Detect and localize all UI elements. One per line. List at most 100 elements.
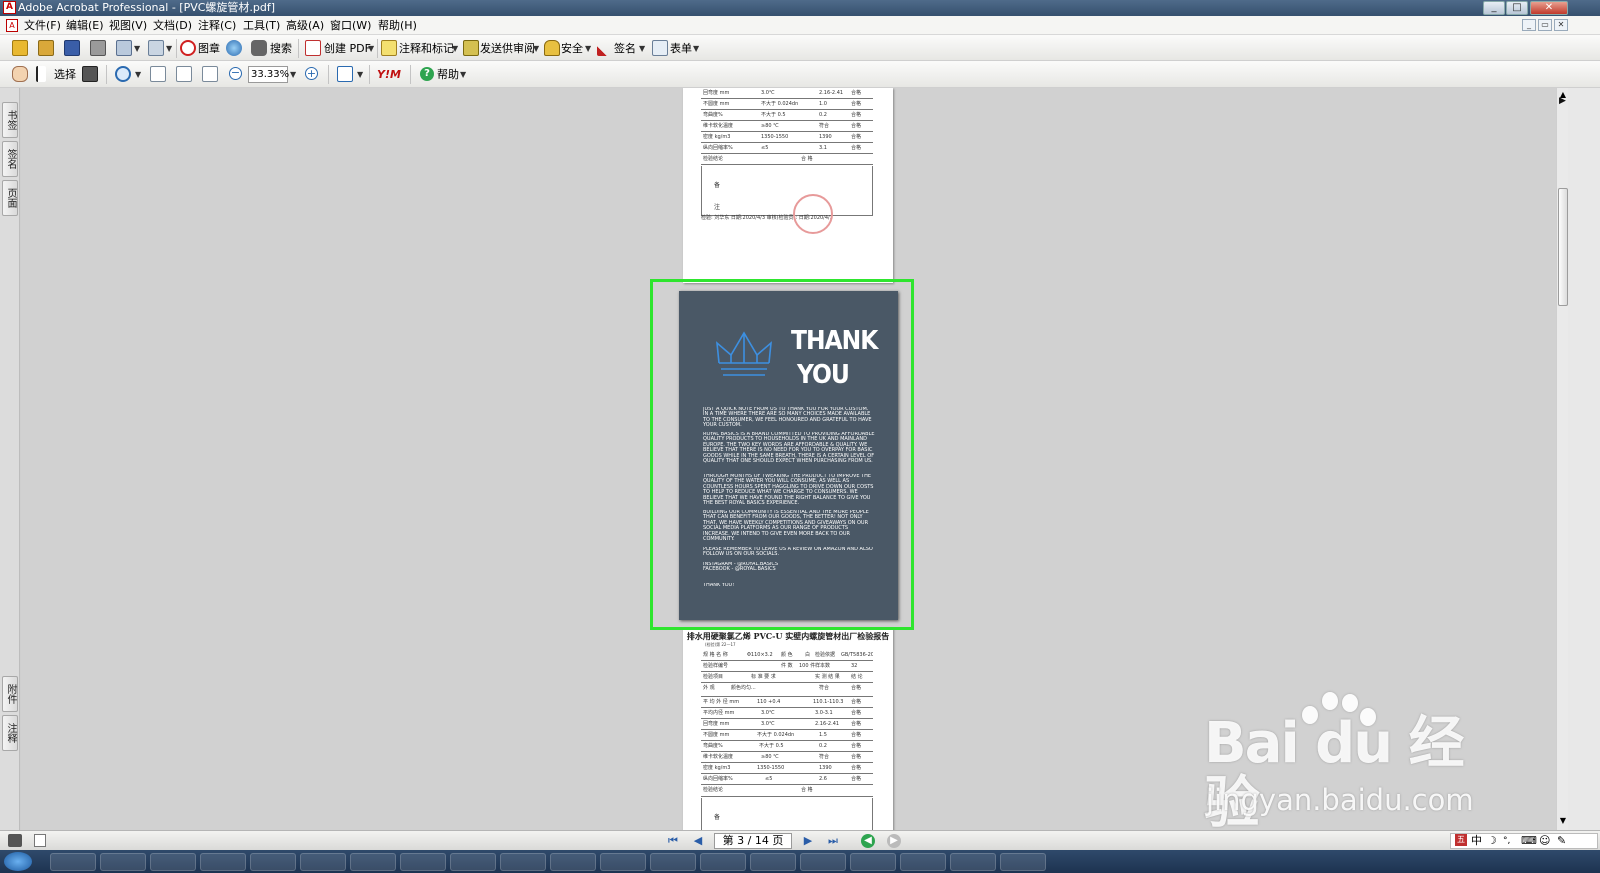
forward-view-icon[interactable]: ▶ [887,834,901,848]
select-tool-icon[interactable] [36,66,46,82]
ime-toolbar[interactable]: 五 中 ☽ °, ⌨ ☺ ✎ [1450,833,1598,849]
taskbar-app[interactable] [800,853,846,871]
taskbar-app[interactable] [950,853,996,871]
taskbar-app[interactable] [450,853,496,871]
actual-size-icon[interactable] [150,66,166,82]
doc-restore-button[interactable]: ▭ [1538,19,1552,31]
help-icon[interactable]: ? [420,67,434,81]
yahoo-messenger-button[interactable]: Y!M [377,66,401,83]
ime-moon-icon[interactable]: ☽ [1487,834,1497,848]
taskbar-app[interactable] [250,853,296,871]
security-button[interactable]: 安全 [561,40,583,57]
page-number-field[interactable]: 第 3 / 14 页 [714,833,792,849]
pdf-page-3-thank-you[interactable]: THANK YOU JUST A QUICK NOTE FROM US TO T… [679,291,898,620]
maximize-button[interactable]: □ [1506,1,1528,15]
menu-file[interactable]: 文件(F) [22,18,63,33]
send-review-icon[interactable] [463,40,479,56]
document-menu-icon[interactable]: A [6,19,18,32]
back-view-icon[interactable]: ◀ [861,834,875,848]
organizer-icon[interactable] [38,40,54,56]
select-tool-button[interactable]: 选择 [54,66,76,83]
comment-icon[interactable] [381,40,397,56]
taskbar-app[interactable] [600,853,646,871]
doc-close-button[interactable]: ✕ [1554,19,1568,31]
start-button[interactable] [4,852,32,871]
menu-document[interactable]: 文档(D) [151,18,194,33]
taskbar-app[interactable] [400,853,446,871]
menu-edit[interactable]: 编辑(E) [64,18,106,33]
signatures-tab[interactable]: 签名 [2,141,18,177]
attach-icon[interactable] [148,40,164,56]
previous-page-button[interactable]: ◀ [690,834,706,848]
ime-punctuation-icon[interactable]: °, [1503,834,1510,848]
menu-window[interactable]: 窗口(W) [328,18,373,33]
taskbar-app[interactable] [750,853,796,871]
stamp-button[interactable]: 图章 [198,40,220,57]
taskbar-app[interactable] [1000,853,1046,871]
scrollbar-thumb[interactable] [1558,188,1568,306]
attachments-tab[interactable]: 附件 [2,676,18,712]
pen-sign-icon[interactable] [597,40,613,56]
menu-view[interactable]: 视图(V) [107,18,149,33]
panel-toggle-icon[interactable] [8,834,22,847]
binoculars-icon[interactable] [251,40,267,56]
expand-panel-arrow[interactable]: ▶ [1559,96,1566,106]
taskbar-app[interactable] [900,853,946,871]
save-icon[interactable] [64,40,80,56]
hand-tool-icon[interactable] [12,66,28,82]
lock-icon[interactable] [544,40,560,56]
pages-tab[interactable]: 页面 [2,180,18,216]
zoom-out-icon[interactable]: − [229,67,242,80]
close-button[interactable]: ✕ [1530,1,1568,15]
fit-width-icon[interactable] [202,66,218,82]
taskbar-app[interactable] [850,853,896,871]
create-pdf-button[interactable]: 创建 PDF [324,40,371,57]
menu-help[interactable]: 帮助(H) [376,18,419,33]
sign-button[interactable]: 签名 [614,40,636,57]
last-page-button[interactable]: ⏭ [825,834,841,848]
create-pdf-icon[interactable] [305,40,321,56]
forms-icon[interactable] [652,40,668,56]
open-folder-icon[interactable] [12,40,28,56]
taskbar-app[interactable] [650,853,696,871]
page-layout-icon[interactable] [34,834,46,847]
first-page-button[interactable]: ⏮ [665,834,681,848]
forms-button[interactable]: 表单 [670,40,692,57]
taskbar-app[interactable] [700,853,746,871]
zoom-in-tool-icon[interactable] [115,66,131,82]
menu-comments[interactable]: 注释(C) [196,18,238,33]
rotate-page-icon[interactable] [337,66,353,82]
taskbar-app[interactable] [550,853,596,871]
search-button[interactable]: 搜索 [270,40,292,57]
print-icon[interactable] [90,40,106,56]
comment-markup-button[interactable]: 注释和标记 [399,40,454,57]
help-button[interactable]: 帮助 [437,66,459,83]
acrobat-app-icon[interactable]: A [3,1,16,14]
fit-page-icon[interactable] [176,66,192,82]
taskbar-app[interactable] [350,853,396,871]
menu-tools[interactable]: 工具(T) [241,18,282,33]
taskbar-app[interactable] [500,853,546,871]
bookmarks-tab[interactable]: 书签 [2,102,18,138]
taskbar-app[interactable] [300,853,346,871]
ime-keyboard-icon[interactable]: ⌨ [1521,834,1537,848]
next-page-button[interactable]: ▶ [800,834,816,848]
vertical-scrollbar[interactable]: ▲ ▼ [1556,88,1568,830]
doc-minimize-button[interactable]: _ [1522,19,1536,31]
ime-user-icon[interactable]: ☺ [1539,834,1550,848]
scroll-down-arrow[interactable]: ▼ [1558,816,1568,826]
taskbar-app[interactable] [200,853,246,871]
comments-tab[interactable]: 注释 [2,715,18,751]
ime-language-indicator[interactable]: 中 [1471,834,1482,848]
minimize-button[interactable]: _ [1483,1,1505,15]
stamp-icon[interactable] [180,40,196,56]
taskbar-app[interactable] [100,853,146,871]
send-review-button[interactable]: 发送供审阅 [480,40,535,57]
zoom-in-icon[interactable]: + [305,67,318,80]
snapshot-icon[interactable] [82,66,98,82]
email-icon[interactable] [116,40,132,56]
ime-settings-icon[interactable]: ✎ [1557,834,1566,848]
globe-search-icon[interactable] [226,40,242,56]
menu-advanced[interactable]: 高级(A) [284,18,326,33]
taskbar-app[interactable] [150,853,196,871]
